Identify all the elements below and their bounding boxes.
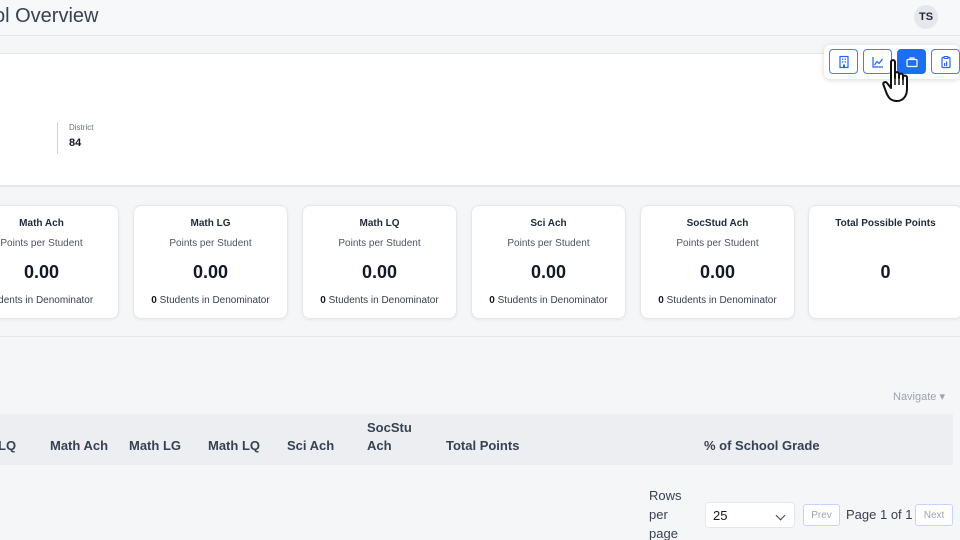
card-value: 0.00 [361,262,398,282]
card-title: Math LG [190,218,231,229]
card-footer-text: Students in Denominator [666,295,777,306]
column-header[interactable]: SocStu Ach [367,419,412,455]
card-value: 0.00 [23,262,60,282]
prev-page-button[interactable]: Prev [803,504,840,526]
card-subtitle: Points per Student [676,238,759,249]
column-header[interactable]: % of School Grade [704,437,820,455]
card-title: Math LQ [359,218,400,229]
page-title: ol Overview [0,5,99,27]
rows-per-page-select[interactable]: 25 [705,502,795,528]
card-footer: 0 Students in Denominator [134,295,287,306]
view-switcher [824,45,960,79]
metric-card-socstud-ach: SocStud Ach Points per Student 0.00 0 St… [640,205,795,319]
metric-card-math-ach: Math Ach Points per Student 0.00 tudents… [0,205,119,319]
card-title: SocStud Ach [686,218,749,229]
table-header: LQ Math Ach Math LG Math LQ Sci Ach SocS… [0,414,953,465]
rows-label-line: Rows [649,488,682,503]
column-header-line: SocStu [367,420,412,435]
clipboard-icon [940,55,951,68]
column-header[interactable]: Total Points [446,437,519,455]
column-header[interactable]: Math LQ [208,437,260,455]
next-page-button[interactable]: Next [915,504,953,526]
column-header[interactable]: Sci Ach [287,437,334,455]
line-chart-icon [871,56,883,68]
district-info: District 84 [57,122,93,154]
column-header[interactable]: Math LG [129,437,181,455]
card-footer-text: Students in Denominator [328,295,439,306]
rows-label-line: per [649,507,668,522]
page-info: Page 1 of 1 [846,507,913,522]
card-subtitle: Points per Student [169,238,252,249]
card-footer-count: 0 [320,295,326,306]
card-footer-text: Students in Denominator [497,295,608,306]
metric-card-math-lq: Math LQ Points per Student 0.00 0 Studen… [302,205,457,319]
district-label: District [69,123,94,132]
section-divider [0,336,960,337]
metric-card-math-lg: Math LG Points per Student 0.00 0 Studen… [133,205,288,319]
rows-per-page-label: Rows per page [649,486,682,540]
column-header[interactable]: LQ [0,437,16,455]
navigate-dropdown[interactable]: Navigate ▾ [893,390,945,403]
metric-card-sci-ach: Sci Ach Points per Student 0.00 0 Studen… [471,205,626,319]
card-title: Total Possible Points [835,218,936,229]
card-value: 0 [880,262,891,282]
district-value: 84 [69,137,82,149]
top-bar: ol Overview TS [0,0,960,36]
card-footer-count: 0 [489,295,495,306]
card-footer-count: 0 [151,295,157,306]
card-footer: 0 Students in Denominator [472,295,625,306]
card-footer-count: 0 [658,295,664,306]
card-footer: 0 Students in Denominator [303,295,456,306]
column-header[interactable]: Math Ach [50,437,108,455]
chart-view-button[interactable] [863,49,892,74]
card-title: Math Ach [19,218,64,229]
user-avatar[interactable]: TS [914,5,938,29]
card-footer-text: Students in Denominator [159,295,270,306]
card-value: 0.00 [530,262,567,282]
briefcase-icon [905,56,918,67]
school-info-panel: District 84 [0,53,960,187]
report-view-button[interactable] [931,49,960,74]
card-value: 0.00 [192,262,229,282]
card-subtitle: Points per Student [0,238,83,249]
rows-per-page-value: 25 [713,507,728,523]
building-icon [838,55,849,68]
card-value: 0.00 [699,262,736,282]
building-view-button[interactable] [829,49,858,74]
metric-card-total-possible-points: Total Possible Points 0 [808,205,960,319]
card-footer-text: tudents in Denominator [0,295,94,306]
card-subtitle: Points per Student [338,238,421,249]
chevron-down-icon [775,510,786,521]
card-subtitle: Points per Student [507,238,590,249]
briefcase-view-button[interactable] [897,49,926,74]
card-title: Sci Ach [530,218,567,229]
rows-label-line: page [649,526,678,540]
card-footer: 0 Students in Denominator [641,295,794,306]
column-header-line: Ach [367,438,392,453]
card-footer: tudents in Denominator [0,295,118,306]
